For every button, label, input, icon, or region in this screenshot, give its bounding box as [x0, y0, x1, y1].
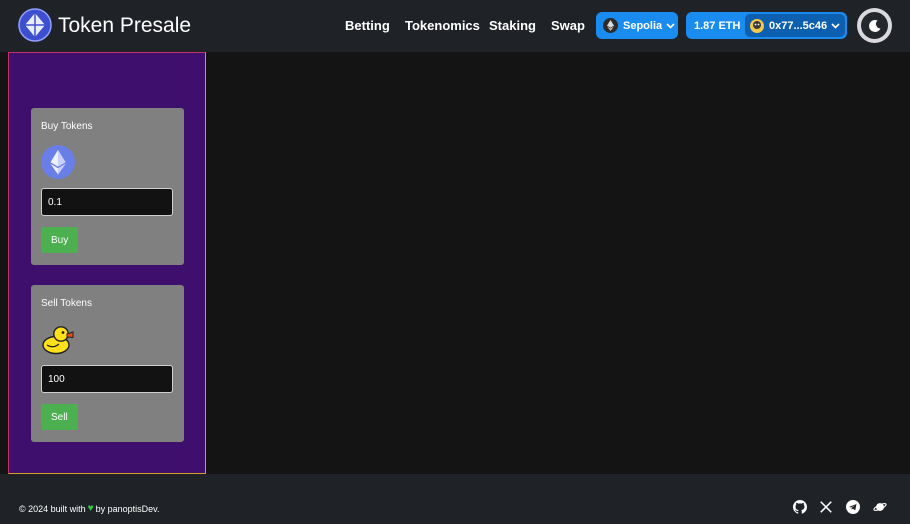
footer: © 2024 built with ♥ by panoptisDev. — [0, 474, 910, 524]
buy-tokens-card: Buy Tokens Buy — [31, 108, 184, 265]
planet-icon[interactable] — [873, 500, 887, 514]
ethereum-icon — [41, 145, 75, 179]
network-selector-button[interactable]: Sepolia — [596, 12, 678, 39]
buy-card-title: Buy Tokens — [41, 121, 93, 132]
theme-toggle-inner — [861, 12, 888, 39]
sell-card-title: Sell Tokens — [41, 298, 92, 309]
nav-staking[interactable]: Staking — [489, 18, 536, 33]
network-name: Sepolia — [623, 19, 663, 32]
duck-icon — [42, 326, 74, 355]
top-navbar: Token Presale Betting Tokenomics Staking… — [0, 0, 910, 52]
account-button[interactable]: 1.87 ETH 0x77...5c46 — [686, 12, 847, 39]
telegram-icon[interactable] — [846, 500, 860, 514]
account-address: 0x77...5c46 — [769, 19, 828, 32]
footer-suffix: by panoptisDev. — [95, 503, 160, 514]
avatar-icon — [750, 18, 764, 33]
nav-tokenomics[interactable]: Tokenomics — [405, 18, 480, 33]
footer-credit: © 2024 built with ♥ by panoptisDev. — [19, 503, 159, 514]
chevron-down-icon — [831, 22, 840, 29]
logo-icon[interactable] — [18, 8, 52, 42]
sell-button[interactable]: Sell — [41, 404, 78, 430]
heart-icon: ♥ — [87, 503, 94, 514]
x-icon[interactable] — [819, 500, 833, 514]
buy-amount-input[interactable] — [41, 188, 173, 216]
nav-swap[interactable]: Swap — [551, 18, 585, 33]
wallet-balance: 1.87 ETH — [694, 19, 741, 32]
sell-amount-input[interactable] — [41, 365, 173, 393]
moon-icon — [868, 19, 880, 32]
theme-toggle-button[interactable] — [857, 8, 892, 43]
brand-title[interactable]: Token Presale — [58, 14, 191, 38]
ethereum-network-icon — [603, 18, 618, 33]
account-address-pill[interactable]: 0x77...5c46 — [745, 14, 845, 37]
sell-tokens-card: Sell Tokens Sell — [31, 285, 184, 442]
buy-button[interactable]: Buy — [41, 227, 79, 253]
footer-prefix: © 2024 built with — [19, 503, 86, 514]
nav-betting[interactable]: Betting — [345, 18, 390, 33]
github-icon[interactable] — [793, 500, 807, 514]
presale-panel: Buy Tokens Buy Sell Tokens Sell — [8, 52, 206, 474]
chevron-down-icon — [666, 22, 675, 29]
